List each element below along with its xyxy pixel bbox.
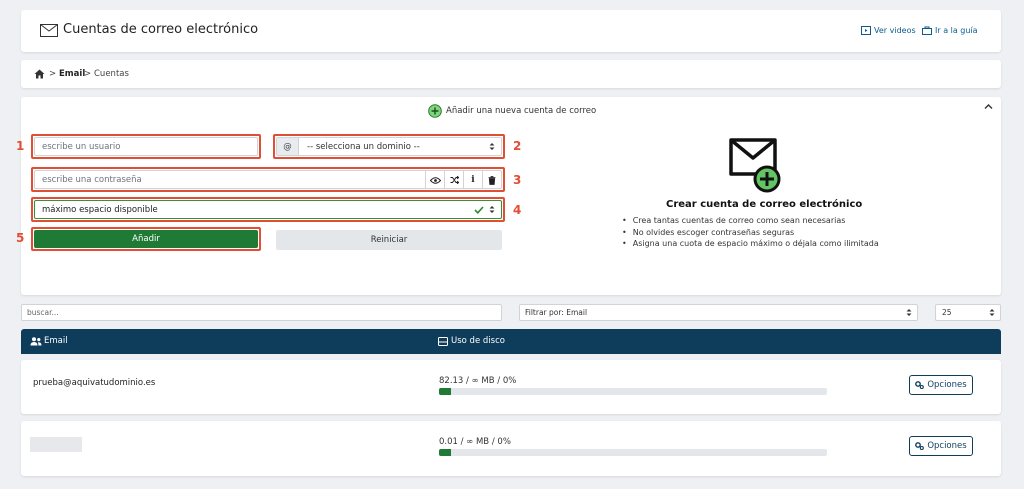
marker-4: 4 [513,203,522,217]
username-field[interactable] [34,137,258,156]
table-row: 0.01 / ∞ MB / 0% Opciones [21,421,1001,476]
valid-check-icon [474,205,484,214]
table-row: prueba@aquivatudominio.es 82.13 / ∞ MB /… [21,360,1001,414]
row-email: prueba@aquivatudominio.es [33,378,156,388]
highlight-add-button: Añadir [31,227,261,251]
disk-icon [438,337,448,346]
info-bullet: No olvides escoger contraseñas seguras [622,227,879,239]
domain-selected: -- selecciona un dominio -- [307,141,420,152]
quota-select[interactable]: máximo espacio disponible [34,200,502,219]
marker-5: 5 [16,231,25,245]
collapse-chevron-icon[interactable] [984,103,993,110]
guide-icon [922,26,932,35]
new-account-panel: Añadir una nueva cuenta de correo 1 2 3 … [16,97,1001,295]
breadcrumb-cuentas: Cuentas [94,69,129,79]
disk-usage-bar [439,388,827,395]
marker-2: 2 [513,139,522,153]
breadcrumb: > Email > Cuentas [21,60,1001,88]
search-input[interactable] [22,305,501,320]
add-account-toggle[interactable]: Añadir una nueva cuenta de correo [428,104,596,118]
info-title: Crear cuenta de correo electrónico [666,199,863,210]
row-disk-usage: 82.13 / ∞ MB / 0% [439,376,517,386]
gears-icon [915,381,925,389]
gears-icon [915,442,925,450]
add-account-toggle-label: Añadir una nueva cuenta de correo [446,106,597,116]
options-button[interactable]: Opciones [909,375,973,395]
select-arrows-icon [989,308,995,317]
video-icon [861,26,871,35]
highlight-domain: @ -- selecciona un dominio -- [273,134,505,159]
disk-usage-bar [439,449,827,456]
select-arrows-icon [489,205,495,214]
info-bullet: Asigna una cuota de espacio máximo o déj… [622,238,879,250]
page-size-select[interactable]: 25 [935,304,1001,321]
row-disk-usage: 0.01 / ∞ MB / 0% [439,437,511,447]
watch-videos-label: Ver videos [874,26,916,35]
page-title: Cuentas de correo electrónico [63,22,259,37]
disk-usage-bar-fill [439,388,451,395]
column-disk-usage[interactable]: Uso de disco [451,336,505,346]
breadcrumb-separator: > [49,69,57,79]
options-label: Opciones [927,380,967,390]
page-size-selected: 25 [942,308,952,317]
highlight-quota: máximo espacio disponible [31,197,505,222]
password-input[interactable] [35,171,425,188]
clear-password-icon[interactable] [482,171,501,189]
search-field[interactable] [21,304,502,321]
title-bar: Cuentas de correo electrónico Ver videos… [21,10,1001,52]
username-input[interactable] [35,138,257,155]
users-icon [30,337,42,346]
filter-selected: Filtrar por: Email [525,308,588,317]
quota-selected: máximo espacio disponible [42,204,158,215]
select-arrows-icon [906,308,912,317]
mail-icon [40,24,58,37]
reset-button[interactable]: Reiniciar [276,230,502,250]
domain-at-prefix: @ [277,138,299,155]
add-button[interactable]: Añadir [34,230,258,248]
disk-usage-bar-fill [439,449,451,456]
info-bullets: Crea tantas cuentas de correo como sean … [622,215,879,250]
guide-link[interactable]: Ir a la guía [922,26,978,35]
options-button[interactable]: Opciones [909,436,973,456]
password-field[interactable]: i [34,170,502,189]
password-info-icon[interactable]: i [463,171,482,189]
redacted-email [30,437,82,452]
home-icon[interactable] [34,69,45,79]
table-header: Email Uso de disco [21,329,1001,354]
options-label: Opciones [927,441,967,451]
filter-select[interactable]: Filtrar por: Email [519,304,918,321]
domain-select[interactable]: @ -- selecciona un dominio -- [276,137,502,156]
highlight-username [31,134,261,159]
marker-3: 3 [513,173,522,187]
info-bullet: Crea tantas cuentas de correo como sean … [622,215,879,227]
breadcrumb-separator: > [84,69,92,79]
watch-videos-link[interactable]: Ver videos [861,26,916,35]
generate-password-icon[interactable] [444,171,463,189]
marker-1: 1 [16,139,25,153]
highlight-password: i [31,167,505,192]
breadcrumb-email[interactable]: Email [59,69,85,79]
select-arrows-icon [489,142,495,151]
column-email[interactable]: Email [44,336,68,346]
plus-circle-icon [428,104,442,118]
guide-label: Ir a la guía [935,26,978,35]
new-mail-illustration-icon [728,137,784,195]
show-password-icon[interactable] [425,171,444,189]
